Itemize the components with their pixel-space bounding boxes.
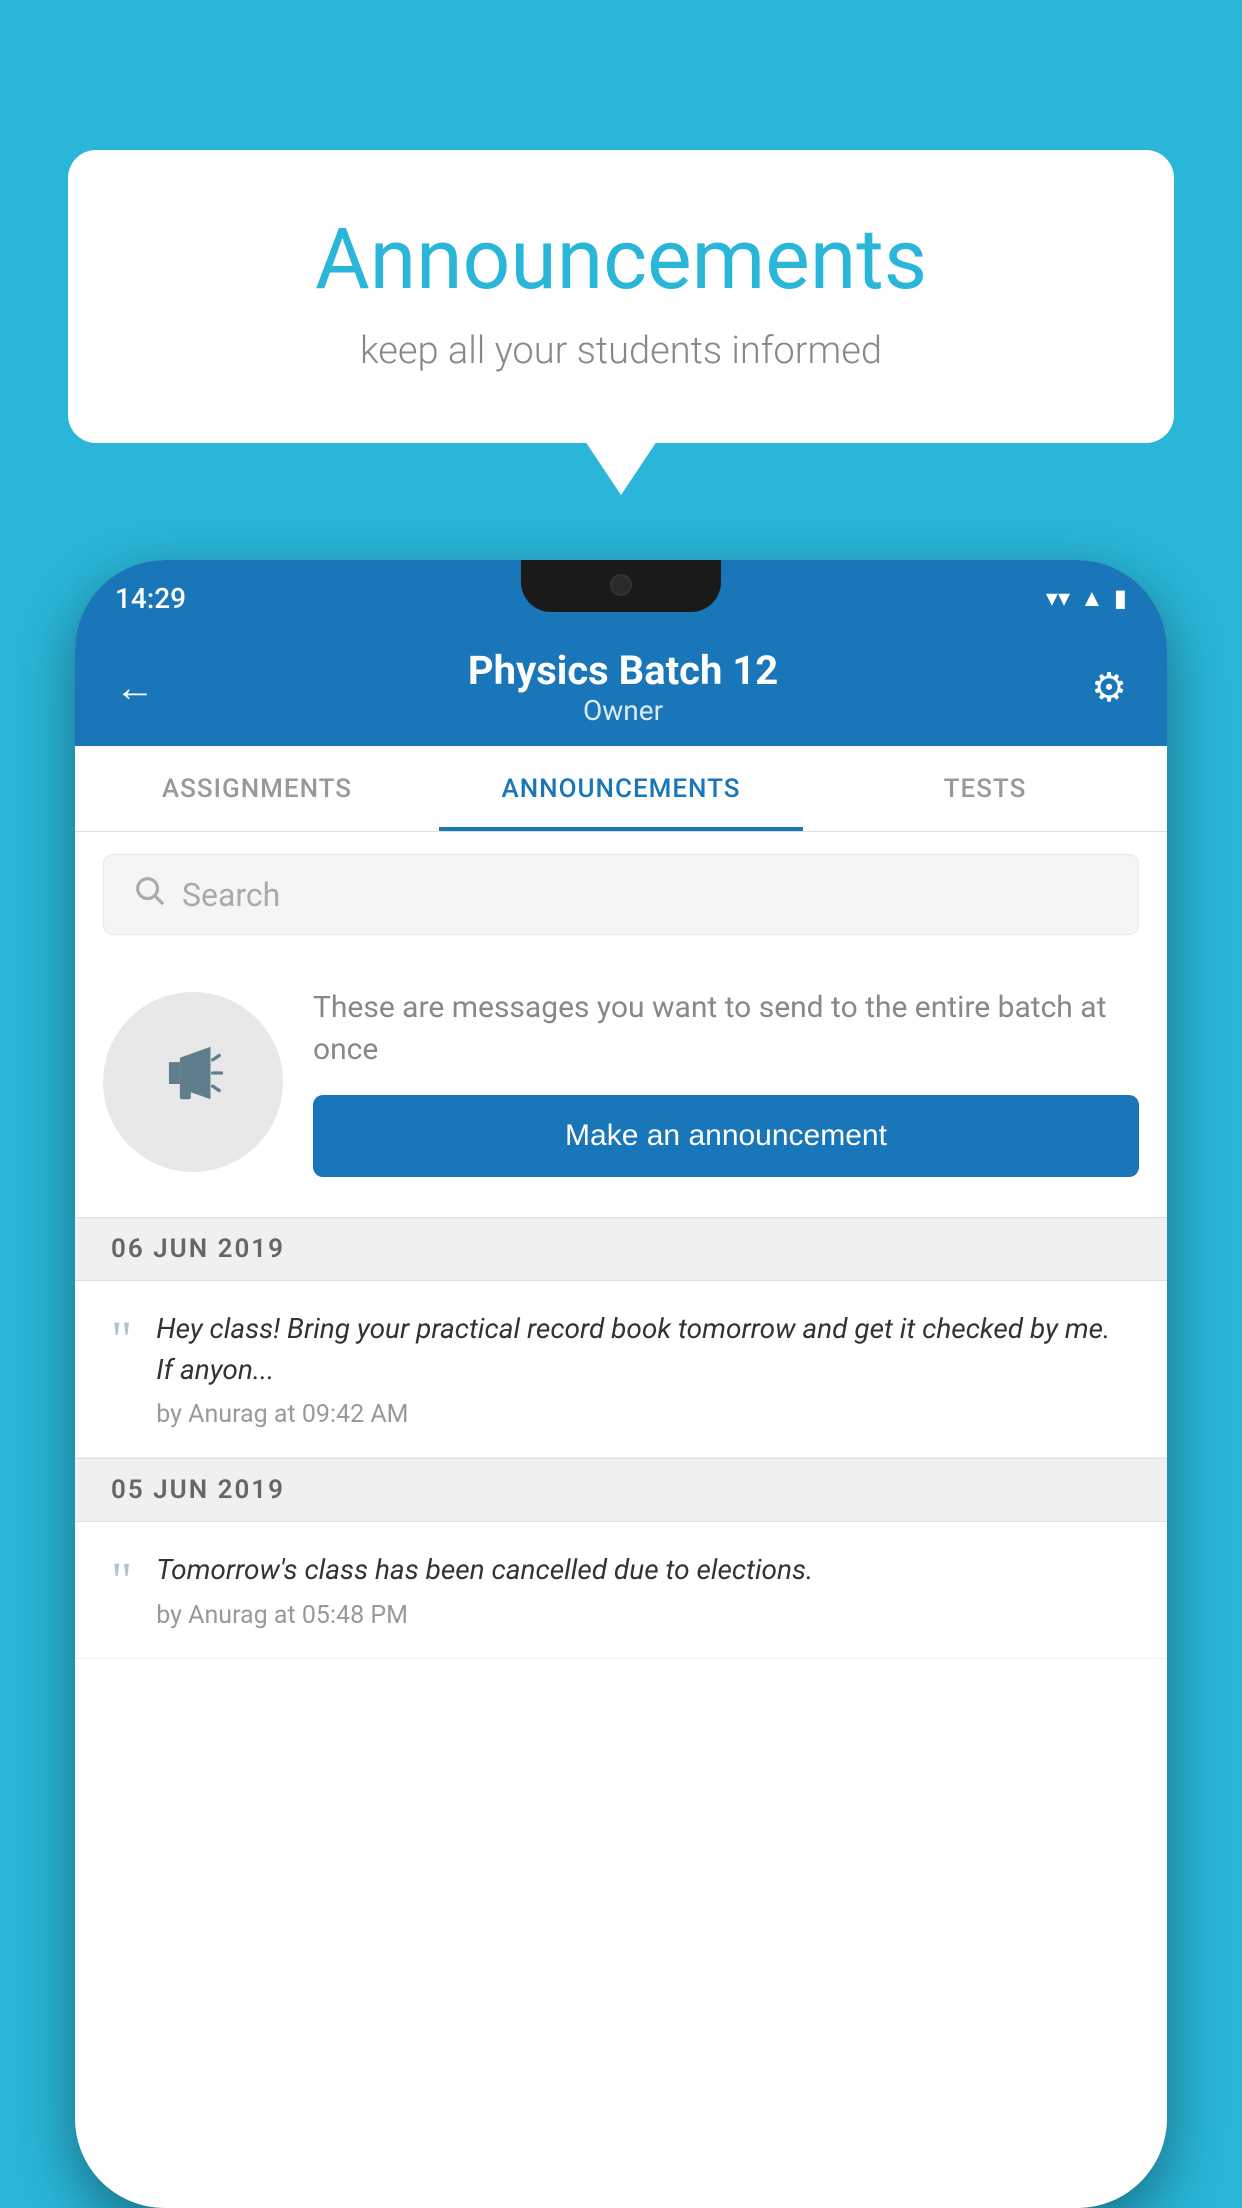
signal-icon: ▲ xyxy=(1080,584,1104,613)
header-title-block: Physics Batch 12 Owner xyxy=(468,647,778,727)
search-placeholder: Search xyxy=(182,876,280,914)
header-subtitle: Owner xyxy=(468,694,778,727)
announce-icon-circle xyxy=(103,992,283,1172)
announce-right: These are messages you want to send to t… xyxy=(313,987,1139,1177)
ann-content-2: Tomorrow's class has been cancelled due … xyxy=(156,1550,1131,1630)
content-area: Search xyxy=(75,832,1167,2208)
announcement-item-1: " Hey class! Bring your practical record… xyxy=(75,1281,1167,1458)
tab-assignments[interactable]: ASSIGNMENTS xyxy=(75,746,439,831)
speech-bubble: Announcements keep all your students inf… xyxy=(68,150,1174,443)
announcement-prompt: These are messages you want to send to t… xyxy=(75,957,1167,1217)
announcement-item-2: " Tomorrow's class has been cancelled du… xyxy=(75,1522,1167,1659)
tab-announcements[interactable]: ANNOUNCEMENTS xyxy=(439,746,803,831)
tabs-bar: ASSIGNMENTS ANNOUNCEMENTS TESTS xyxy=(75,746,1167,832)
app-header: ← Physics Batch 12 Owner ⚙ xyxy=(75,628,1167,746)
search-icon xyxy=(132,873,166,916)
back-button[interactable]: ← xyxy=(115,664,155,711)
megaphone-icon xyxy=(158,1038,228,1126)
ann-text-1: Hey class! Bring your practical record b… xyxy=(156,1309,1131,1390)
battery-icon: ▮ xyxy=(1114,584,1127,612)
wifi-icon: ▾▾ xyxy=(1046,584,1070,612)
phone-camera xyxy=(610,574,632,596)
make-announcement-button[interactable]: Make an announcement xyxy=(313,1095,1139,1177)
gear-icon[interactable]: ⚙ xyxy=(1091,664,1127,711)
status-time: 14:29 xyxy=(115,582,186,615)
ann-text-2: Tomorrow's class has been cancelled due … xyxy=(156,1550,1131,1591)
header-title: Physics Batch 12 xyxy=(468,647,778,694)
tab-tests[interactable]: TESTS xyxy=(803,746,1167,831)
announce-desc: These are messages you want to send to t… xyxy=(313,987,1139,1071)
phone-mockup: 14:29 ▾▾ ▲ ▮ ← Physics Batch 12 Owner ⚙ … xyxy=(75,560,1167,2208)
date-divider-1: 06 JUN 2019 xyxy=(75,1217,1167,1281)
status-icons: ▾▾ ▲ ▮ xyxy=(1046,584,1127,613)
quote-icon-2: " xyxy=(111,1556,132,1608)
search-bar[interactable]: Search xyxy=(103,854,1139,935)
phone-screen: 14:29 ▾▾ ▲ ▮ ← Physics Batch 12 Owner ⚙ … xyxy=(75,560,1167,2208)
bubble-subtitle: keep all your students informed xyxy=(148,329,1094,373)
speech-bubble-container: Announcements keep all your students inf… xyxy=(68,150,1174,443)
date-divider-2: 05 JUN 2019 xyxy=(75,1458,1167,1522)
quote-icon-1: " xyxy=(111,1315,132,1367)
ann-meta-2: by Anurag at 05:48 PM xyxy=(156,1601,1131,1630)
phone-notch xyxy=(521,560,721,612)
ann-content-1: Hey class! Bring your practical record b… xyxy=(156,1309,1131,1429)
ann-meta-1: by Anurag at 09:42 AM xyxy=(156,1400,1131,1429)
bubble-title: Announcements xyxy=(148,210,1094,309)
